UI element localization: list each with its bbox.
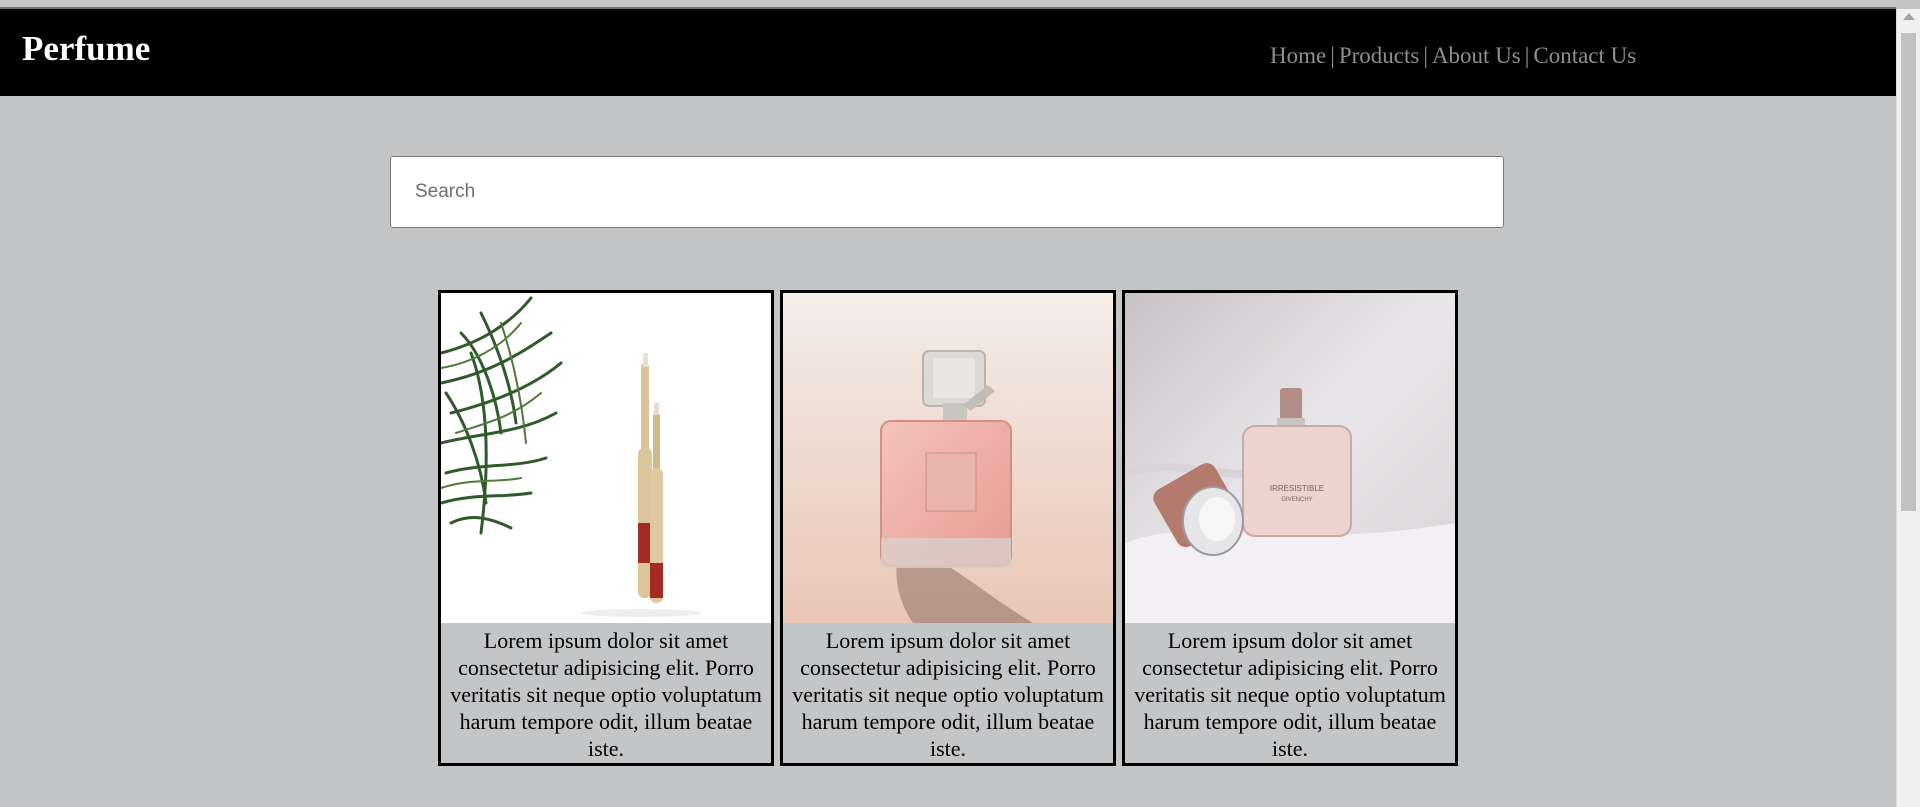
brand-logo[interactable]: Perfume [22,31,150,66]
vertical-scrollbar[interactable] [1896,9,1920,807]
scroll-thumb[interactable] [1901,33,1916,511]
product-description: Lorem ipsum dolor sit amet consectetur a… [1134,628,1446,761]
givenchy-perfume-image: IRRESISTIBLE GIVENCHY [1125,293,1455,623]
product-description: Lorem ipsum dolor sit amet consectetur a… [792,628,1104,761]
nav-home-link[interactable]: Home [1270,43,1326,68]
nav-contact-link[interactable]: Contact Us [1533,43,1636,68]
nav-products-link[interactable]: Products [1339,43,1420,68]
scroll-up-arrow-icon[interactable] [1903,13,1915,20]
window-top-edge [0,0,1896,9]
product-card[interactable]: Lorem ipsum dolor sit amet consectetur a… [780,290,1116,766]
svg-text:IRRESISTIBLE: IRRESISTIBLE [1270,484,1324,493]
bamboo-toothbrushes-image [441,293,771,623]
product-card[interactable]: IRRESISTIBLE GIVENCHY Lorem ipsum dolor … [1122,290,1458,766]
nav-separator: | [1524,43,1530,68]
navbar: Perfume Home | Products | About Us | Contact U… [0,9,1896,96]
product-card[interactable]: Lorem ipsum dolor sit amet consectetur a… [438,290,774,766]
nav-about-link[interactable]: About Us [1432,43,1521,68]
main-nav: Home | Products | About Us | Contact Us [1270,43,1636,69]
search-input[interactable] [390,156,1504,228]
nav-separator: | [1330,43,1335,68]
svg-text:GIVENCHY: GIVENCHY [1281,497,1312,503]
product-description: Lorem ipsum dolor sit amet consectetur a… [450,628,762,761]
pink-perfume-bottle-image [783,293,1113,623]
nav-separator: | [1423,43,1428,68]
